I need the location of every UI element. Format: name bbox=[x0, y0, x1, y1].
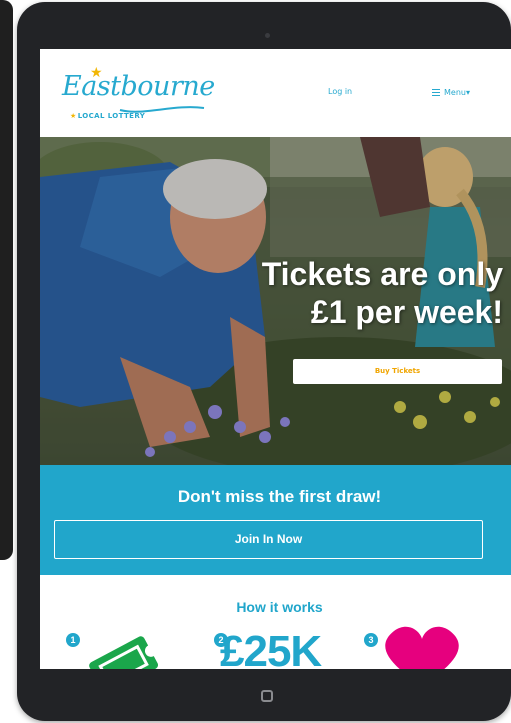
adjacent-device-edge bbox=[0, 0, 13, 560]
small-star-icon: ★ bbox=[70, 112, 77, 120]
home-button[interactable] bbox=[261, 690, 273, 702]
login-link[interactable]: Log in bbox=[328, 87, 352, 96]
buy-tickets-button[interactable]: Buy Tickets bbox=[293, 359, 502, 384]
step-number-1: 1 bbox=[66, 633, 80, 647]
ticket-icon bbox=[89, 636, 158, 669]
how-it-works-heading: How it works bbox=[236, 599, 323, 615]
chevron-down-icon: ▾ bbox=[465, 87, 470, 97]
camera-icon bbox=[265, 33, 270, 38]
first-draw-banner: Don't miss the first draw! Join In Now bbox=[40, 465, 511, 575]
hero-headline-line2: £1 per week! bbox=[310, 294, 503, 330]
join-in-now-button[interactable]: Join In Now bbox=[54, 520, 483, 559]
hamburger-icon bbox=[432, 87, 440, 98]
site-header: ★ Eastbourne ★LOCAL LOTTERY Log in Menu▾ bbox=[40, 49, 511, 137]
menu-button[interactable]: Menu▾ bbox=[432, 87, 470, 98]
prize-amount: £25K bbox=[220, 627, 322, 669]
logo-wordmark: Eastbourne bbox=[62, 71, 215, 102]
tablet-device-frame: ★ Eastbourne ★LOCAL LOTTERY Log in Menu▾ bbox=[17, 2, 511, 721]
hero-headline: Tickets are only £1 per week! bbox=[262, 255, 503, 331]
eastbourne-logo[interactable]: ★ Eastbourne ★LOCAL LOTTERY bbox=[62, 65, 222, 126]
first-draw-title: Don't miss the first draw! bbox=[177, 487, 382, 506]
hero-headline-line1: Tickets are only bbox=[261, 256, 503, 292]
menu-label: Menu bbox=[444, 87, 466, 97]
tablet-screen: ★ Eastbourne ★LOCAL LOTTERY Log in Menu▾ bbox=[40, 49, 511, 669]
logo-subtitle: ★LOCAL LOTTERY bbox=[70, 112, 146, 120]
heart-icon bbox=[385, 626, 459, 669]
hero-banner: Tickets are only £1 per week! Buy Ticket… bbox=[40, 137, 511, 465]
